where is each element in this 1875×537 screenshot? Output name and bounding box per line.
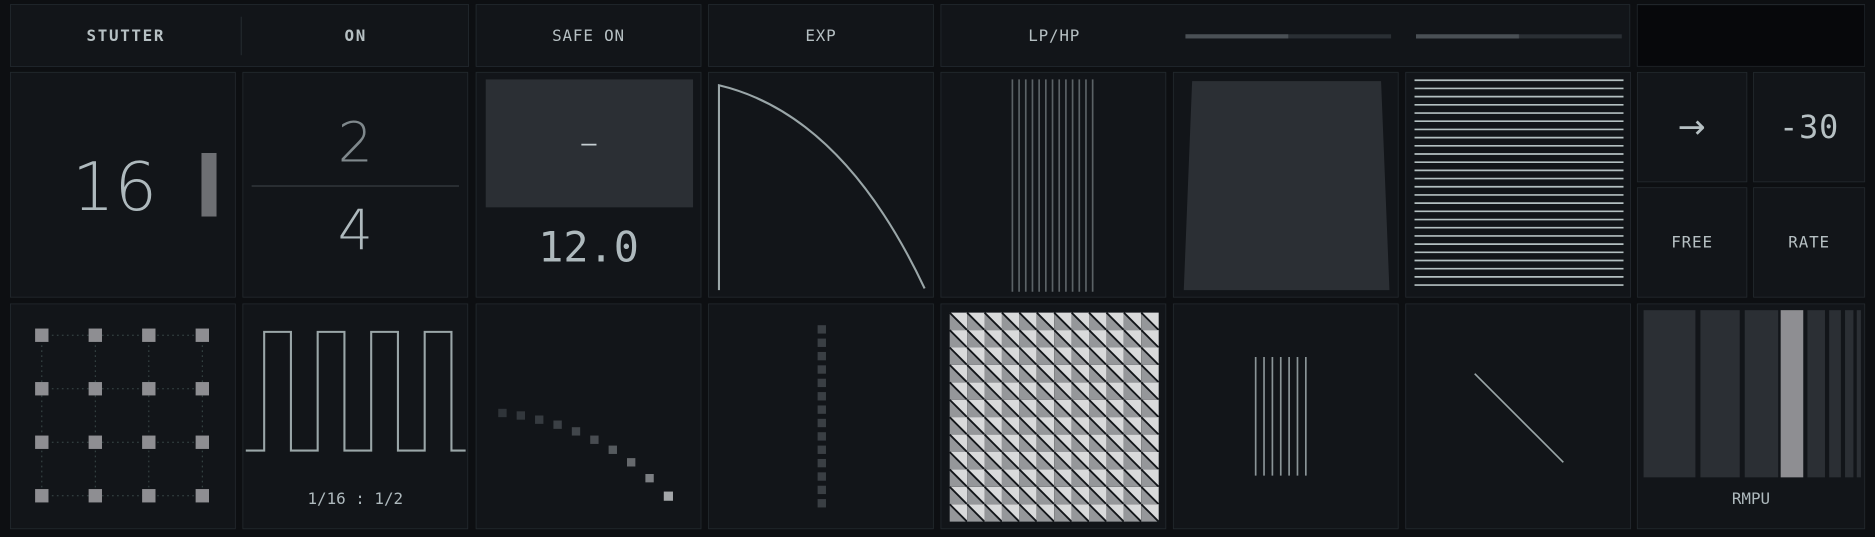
- triangle-pattern-cell[interactable]: [940, 303, 1167, 530]
- meter-label: RMPU: [1731, 489, 1771, 509]
- gain-display[interactable]: —: [485, 79, 694, 208]
- time-signature-denominator: 4: [337, 198, 373, 263]
- horizontal-lines-cell[interactable]: [1405, 71, 1632, 298]
- arrow-right-icon: →: [1677, 107, 1707, 147]
- offset-cell[interactable]: -30: [1753, 71, 1866, 183]
- time-signature-cell[interactable]: 2 4: [242, 71, 469, 298]
- stutter-toggle-group: STUTTER ON: [10, 4, 469, 67]
- on-button[interactable]: ON: [242, 5, 470, 66]
- square-wave-cell[interactable]: 1/16 : 1/2: [242, 303, 469, 530]
- filter-slider-hp[interactable]: [1416, 34, 1622, 39]
- steps-level-bar: [201, 152, 217, 217]
- diagonal-line-cell[interactable]: [1405, 303, 1632, 530]
- free-button[interactable]: FREE: [1636, 187, 1748, 298]
- curve-mode-label: EXP: [805, 26, 837, 45]
- filter-mode-label: LP/HP: [1028, 26, 1081, 45]
- exp-curve-graphic: [717, 83, 926, 291]
- direction-button[interactable]: →: [1636, 71, 1748, 183]
- safe-on-button[interactable]: SAFE ON: [475, 4, 702, 67]
- vertical-lines-cell[interactable]: [940, 71, 1167, 298]
- offset-value: -30: [1779, 108, 1840, 146]
- trapezoid-cell[interactable]: [1172, 71, 1399, 298]
- steps-value: 16: [71, 147, 158, 226]
- ratio-label: 1/16 : 1/2: [307, 489, 404, 509]
- rate-button[interactable]: RATE: [1753, 187, 1866, 298]
- on-label: ON: [344, 26, 367, 45]
- fraction-line: [251, 185, 459, 187]
- thin-lines-cell[interactable]: [1172, 303, 1399, 530]
- decay-dots-cell[interactable]: [475, 303, 702, 530]
- safe-on-label: SAFE ON: [552, 26, 625, 45]
- grid-pattern-cell[interactable]: [10, 303, 236, 530]
- free-label: FREE: [1671, 233, 1713, 252]
- stutter-label: STUTTER: [86, 26, 166, 45]
- diagonal-line-graphic: [1474, 373, 1564, 463]
- horizontal-lines-graphic: [1414, 79, 1624, 286]
- filter-panel: LP/HP: [940, 4, 1631, 67]
- dot-grid-graphic: [35, 328, 209, 503]
- curve-mode-button[interactable]: EXP: [708, 4, 934, 67]
- decay-dots-graphic: [498, 408, 673, 501]
- curve-display-cell[interactable]: [708, 71, 934, 298]
- triangle-pattern-graphic: [949, 312, 1160, 523]
- gain-symbol: —: [581, 128, 598, 159]
- thin-lines-graphic: [1254, 356, 1307, 476]
- steps-cell[interactable]: 16: [10, 71, 236, 298]
- filter-slider-lp-fill: [1185, 34, 1289, 39]
- filter-slider-lp[interactable]: [1185, 34, 1392, 39]
- filter-mode-button[interactable]: LP/HP: [941, 5, 1167, 66]
- vertical-dots-graphic: [817, 325, 826, 508]
- empty-display: [1636, 4, 1866, 67]
- time-signature-numerator: 2: [337, 110, 373, 175]
- gain-cell[interactable]: — 12.0: [475, 71, 702, 298]
- trapezoid-graphic: [1183, 81, 1390, 291]
- meter-cell[interactable]: RMPU: [1636, 303, 1866, 530]
- gain-value: 12.0: [538, 223, 639, 272]
- vertical-lines-graphic: [1011, 79, 1094, 292]
- plugin-panel: STUTTER ON SAFE ON EXP LP/HP 16 2 4 — 12…: [0, 0, 1866, 530]
- stutter-button[interactable]: STUTTER: [11, 5, 241, 66]
- rate-label: RATE: [1788, 233, 1830, 252]
- vertical-dots-cell[interactable]: [708, 303, 934, 530]
- filter-slider-hp-fill: [1416, 34, 1520, 39]
